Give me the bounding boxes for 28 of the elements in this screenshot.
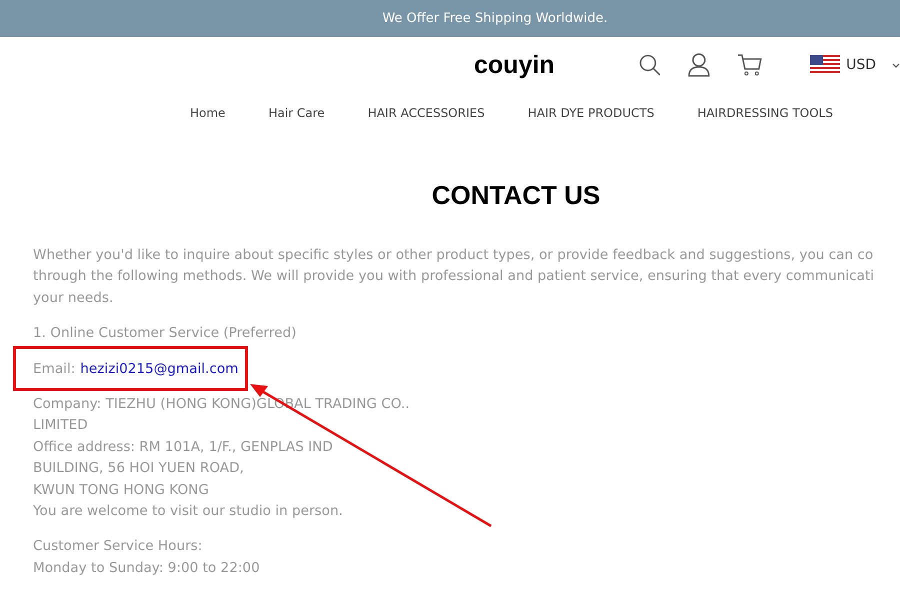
nav-link[interactable]: HAIR DYE PRODUCTS	[528, 106, 654, 120]
section-heading: 1. Online Customer Service (Preferred)	[33, 324, 298, 344]
flag-icon	[810, 55, 840, 75]
chevron-down-icon	[892, 62, 900, 68]
search-icon[interactable]	[638, 54, 660, 76]
announcement-text: We Offer Free Shipping Worldwide.	[382, 11, 608, 26]
company-text: KWUN TONG HONG KONG	[33, 480, 210, 500]
hours-text: Customer Service Hours:	[33, 537, 204, 556]
nav-link[interactable]: HAIR ACCESSORIES	[368, 106, 485, 120]
company-text: BUILDING, 56 HOI YUEN ROAD,	[33, 459, 245, 478]
user-icon[interactable]	[688, 53, 710, 77]
nav-link[interactable]: Hair Care	[268, 106, 325, 120]
intro-text: Whether you'd like to inquire about specific styles or other product types, or provide feedback and suggestions, you can co	[33, 246, 874, 265]
nav-link[interactable]: Home	[190, 106, 226, 120]
intro-text: through the following methods. We will provide you with professional and patient service, ensuring that every communicati	[33, 267, 876, 286]
company-text: LIMITED	[33, 416, 89, 436]
company-text: Office address: RM 101A, 1/F., GENPLAS IND	[33, 438, 334, 457]
currency-selector[interactable]: USD	[810, 55, 900, 75]
hours-text: Monday to Sunday: 9:00 to 22:00	[33, 558, 261, 578]
email-link[interactable]: hezizi0215@gmail.com	[80, 358, 238, 380]
nav-link[interactable]: HAIRDRESSING TOOLS	[697, 106, 833, 120]
currency-label: USD	[846, 57, 876, 73]
logo[interactable]: couyin	[474, 50, 555, 80]
page-title: CONTACT US	[430, 179, 602, 211]
email-label: Email:	[33, 360, 76, 379]
company-text: You are welcome to visit our studio in person.	[33, 502, 344, 522]
cart-icon[interactable]	[738, 54, 762, 76]
intro-text: your needs.	[33, 288, 114, 308]
